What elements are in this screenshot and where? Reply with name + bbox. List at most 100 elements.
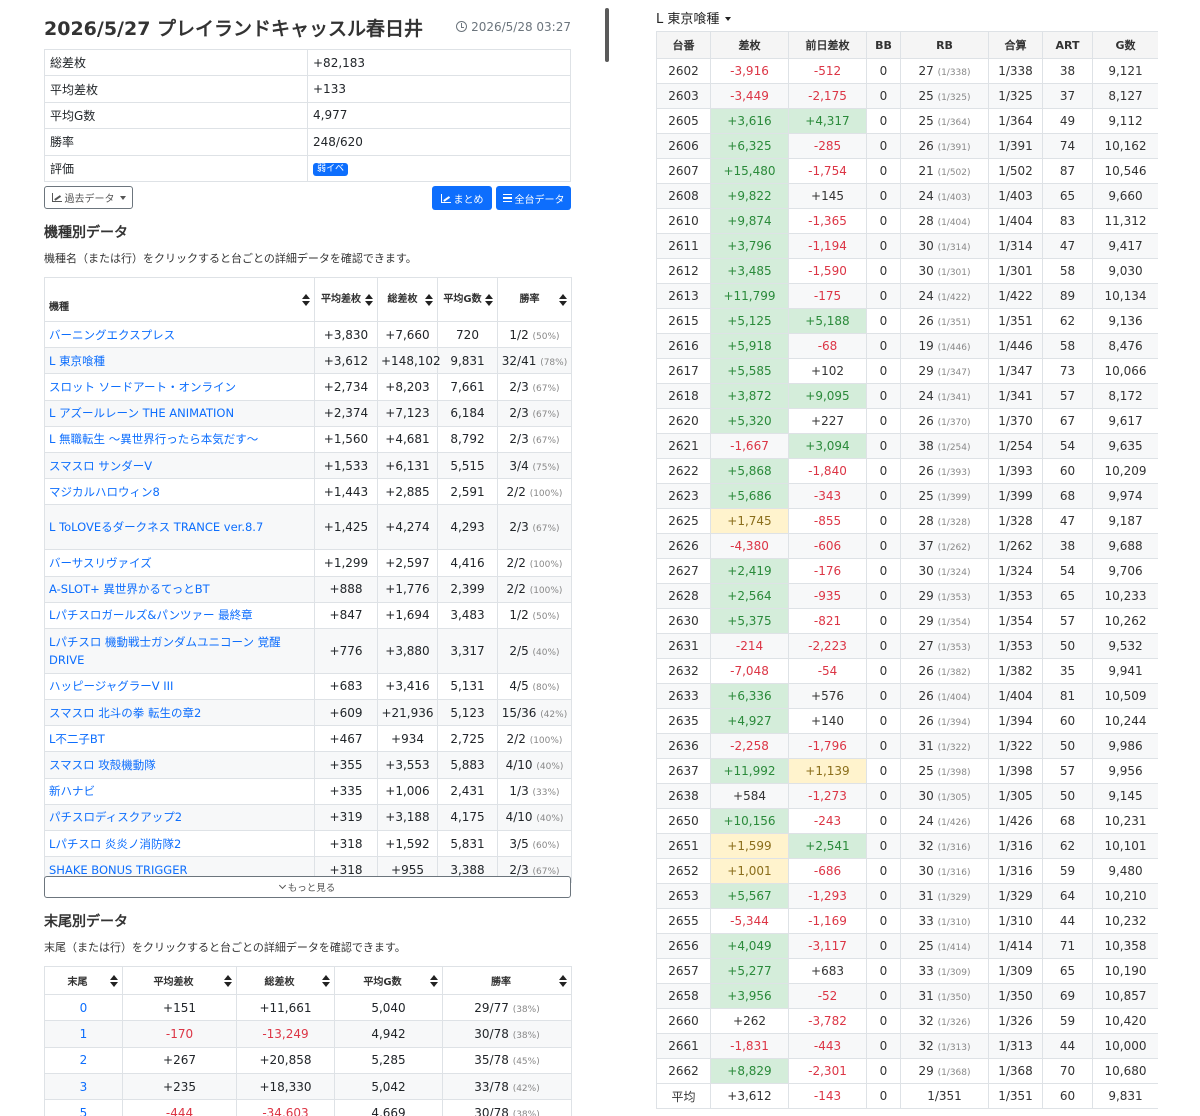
table-row[interactable]: 2653 +5,567 -1,293 0 31 (1/329) 1/329 64 10,210	[656, 883, 1158, 909]
scrollbar-thumb[interactable]	[605, 8, 609, 62]
table-row[interactable]: 1 -170 -13,249 4,942 30/78 (38%)	[44, 1020, 572, 1048]
table-row[interactable]: Lパチスロガールズ&パンツァー 最終章 +847 +1,694 3,483 1/2 (5…	[44, 601, 572, 629]
table-row[interactable]: 2637 +11,992 +1,139 0 25 (1/398) 1/398 57 9,956	[656, 758, 1158, 784]
model-name-link[interactable]: L 無職転生 ～異世界行ったら本気だす～	[44, 425, 315, 453]
table-row[interactable]: L アズールレーン THE ANIMATION +2,374 +7,123 6,184…	[44, 399, 572, 427]
table-row[interactable]: L 無職転生 ～異世界行ったら本気だす～ +1,560 +4,681 8,792 2/3…	[44, 425, 572, 453]
table-row[interactable]: 2623 +5,686 -343 0 25 (1/399) 1/399 68 9,974	[656, 483, 1158, 509]
table-row[interactable]: 2602 -3,916 -512 0 27 (1/338) 1/338 38 9,121	[656, 58, 1158, 84]
table-row[interactable]: 2662 +8,829 -2,301 0 29 (1/368) 1/368 70 10,680	[656, 1058, 1158, 1084]
header-avg-diff[interactable]: 平均差枚	[314, 277, 378, 322]
header-total-diff[interactable]: 総差枚	[377, 277, 438, 322]
tail-digit-link[interactable]: 5	[44, 1099, 123, 1116]
table-row[interactable]: 2636 -2,258 -1,796 0 31 (1/322) 1/322 50 9,986	[656, 733, 1158, 759]
table-row[interactable]: 2651 +1,599 +2,541 0 32 (1/316) 1/316 62 10,101	[656, 833, 1158, 859]
table-row[interactable]: 3 +235 +18,330 5,042 33/78 (42%)	[44, 1072, 572, 1101]
model-name-link[interactable]: バーニングエクスプレス	[44, 320, 315, 349]
model-name-link[interactable]: L不二子BT	[44, 725, 315, 753]
table-row[interactable]: 2626 -4,380 -606 0 37 (1/262) 1/262 38 9,688	[656, 533, 1158, 559]
model-name-link[interactable]: スマスロ 北斗の拳 転生の章2	[44, 699, 315, 727]
model-name-link[interactable]: Lパチスロガールズ&パンツァー 最終章	[44, 601, 315, 629]
model-name-link[interactable]: スマスロ 攻殻機動隊	[44, 751, 315, 779]
table-row[interactable]: 2631 -214 -2,223 0 27 (1/353) 1/353 50 9,532	[656, 633, 1158, 659]
table-row[interactable]: 2650 +10,156 -243 0 24 (1/426) 1/426 68 10,231	[656, 808, 1158, 834]
model-name-link[interactable]: 新ハナビ	[44, 777, 315, 805]
table-row[interactable]: 2655 -5,344 -1,169 0 33 (1/310) 1/310 44 10,232	[656, 908, 1158, 934]
table-row[interactable]: 2607 +15,480 -1,754 0 21 (1/502) 1/502 87 10,54…	[656, 158, 1158, 184]
header-avg-games[interactable]: 平均G数	[437, 277, 498, 322]
model-name-link[interactable]: スロット ソードアート・オンライン	[44, 373, 315, 401]
table-row[interactable]: バーニングエクスプレス +3,830 +7,660 720 1/2 (50%)	[44, 320, 572, 349]
table-row[interactable]: Lパチスロ 炎炎ノ消防隊2 +318 +1,592 5,831 3/5 (60%)	[44, 829, 572, 858]
table-row[interactable]: 0 +151 +11,661 5,040 29/77 (38%)	[44, 993, 572, 1022]
header-avg-diff[interactable]: 平均差枚	[122, 966, 237, 995]
model-name-link[interactable]: Lパチスロ 機動戦士ガンダムユニコーン 覚醒 DRIVE	[44, 627, 315, 674]
table-row[interactable]: 2635 +4,927 +140 0 26 (1/394) 1/394 60 10,244	[656, 708, 1158, 734]
model-name-link[interactable]: スマスロ サンダーV	[44, 451, 315, 480]
table-row[interactable]: 2606 +6,325 -285 0 26 (1/391) 1/391 74 10,162	[656, 133, 1158, 159]
table-row[interactable]: 2618 +3,872 +9,095 0 24 (1/341) 1/341 57 8,172	[656, 383, 1158, 409]
summary-button[interactable]: まとめ	[432, 186, 492, 210]
table-row[interactable]: 新ハナビ +335 +1,006 2,431 1/3 (33%)	[44, 777, 572, 805]
table-row[interactable]: スマスロ 北斗の拳 転生の章2 +609 +21,936 5,123 15/36 (42…	[44, 699, 572, 727]
model-name-link[interactable]: マジカルハロウィン8	[44, 478, 315, 506]
table-row[interactable]: 2617 +5,585 +102 0 29 (1/347) 1/347 73 10,066	[656, 358, 1158, 384]
table-row[interactable]: 2610 +9,874 -1,365 0 28 (1/404) 1/404 83 11,312	[656, 208, 1158, 234]
table-row[interactable]: 2622 +5,868 -1,840 0 26 (1/393) 1/393 60 10,209	[656, 458, 1158, 484]
table-row[interactable]: 2611 +3,796 -1,194 0 30 (1/314) 1/314 47 9,417	[656, 233, 1158, 259]
model-name-link[interactable]: パチスロディスクアップ2	[44, 803, 315, 832]
table-row[interactable]: 2620 +5,320 +227 0 26 (1/370) 1/370 67 9,617	[656, 408, 1158, 434]
header-win-rate[interactable]: 勝率	[442, 966, 572, 995]
table-row[interactable]: 2616 +5,918 -68 0 19 (1/446) 1/446 58 8,476	[656, 333, 1158, 359]
table-row[interactable]: 2652 +1,001 -686 0 30 (1/316) 1/316 59 9,480	[656, 858, 1158, 884]
header-win-rate[interactable]: 勝率	[497, 277, 572, 322]
table-row[interactable]: 2638 +584 -1,273 0 30 (1/305) 1/305 50 9,145	[656, 783, 1158, 809]
show-more-button[interactable]: もっと見る	[44, 876, 571, 898]
model-name-link[interactable]: L アズールレーン THE ANIMATION	[44, 399, 315, 427]
table-row[interactable]: 2625 +1,745 -855 0 28 (1/328) 1/328 47 9,187	[656, 508, 1158, 534]
table-row[interactable]: L 東京喰種 +3,612 +148,102 9,831 32/41 (78%)	[44, 347, 572, 375]
table-row[interactable]: 2612 +3,485 -1,590 0 30 (1/301) 1/301 58 9,030	[656, 258, 1158, 284]
table-row[interactable]: A-SLOT+ 異世界かるてっとBT +888 +1,776 2,399 2/2 (10…	[44, 575, 572, 603]
model-name-link[interactable]: L 東京喰種	[44, 347, 315, 375]
machine-selector[interactable]: L 東京喰種	[656, 8, 732, 27]
table-row[interactable]: 2657 +5,277 +683 0 33 (1/309) 1/309 65 10,190	[656, 958, 1158, 984]
table-row[interactable]: スロット ソードアート・オンライン +2,734 +8,203 7,661 2/3 (6…	[44, 373, 572, 401]
tail-digit-link[interactable]: 3	[44, 1072, 123, 1101]
table-row[interactable]: 2605 +3,616 +4,317 0 25 (1/364) 1/364 49 9,112	[656, 108, 1158, 134]
table-row[interactable]: 2656 +4,049 -3,117 0 25 (1/414) 1/414 71 10,358	[656, 933, 1158, 959]
tail-digit-link[interactable]: 2	[44, 1046, 123, 1074]
table-row[interactable]: バーサスリヴァイズ +1,299 +2,597 4,416 2/2 (100%)	[44, 549, 572, 577]
table-row[interactable]: 2608 +9,822 +145 0 24 (1/403) 1/403 65 9,660	[656, 183, 1158, 209]
table-row[interactable]: 2628 +2,564 -935 0 29 (1/353) 1/353 65 10,233	[656, 583, 1158, 609]
table-row[interactable]: 2613 +11,799 -175 0 24 (1/422) 1/422 89 10,134	[656, 283, 1158, 309]
header-tail[interactable]: 末尾	[44, 966, 123, 995]
model-name-link[interactable]: バーサスリヴァイズ	[44, 549, 315, 577]
table-row[interactable]: L ToLOVEるダークネス TRANCE ver.8.7 +1,425 +4,27…	[44, 504, 572, 551]
table-row[interactable]: 2661 -1,831 -443 0 32 (1/313) 1/313 44 10,000	[656, 1033, 1158, 1059]
past-data-button[interactable]: 過去データ	[44, 186, 133, 209]
table-row[interactable]: 2603 -3,449 -2,175 0 25 (1/325) 1/325 37 8,127	[656, 83, 1158, 109]
table-row[interactable]: 2621 -1,667 +3,094 0 38 (1/254) 1/254 54 9,635	[656, 433, 1158, 459]
table-row[interactable]: 5 -444 -34,603 4,669 30/78 (38%)	[44, 1099, 572, 1116]
table-row[interactable]: ハッピージャグラーV III +683 +3,416 5,131 4/5 (80%)	[44, 672, 572, 701]
header-model[interactable]: 機種	[44, 277, 315, 322]
header-avg-games[interactable]: 平均G数	[334, 966, 443, 995]
table-row[interactable]: 2660 +262 -3,782 0 32 (1/326) 1/326 59 10,420	[656, 1008, 1158, 1034]
table-row[interactable]: 2 +267 +20,858 5,285 35/78 (45%)	[44, 1046, 572, 1074]
table-row[interactable]: スマスロ 攻殻機動隊 +355 +3,553 5,883 4/10 (40%)	[44, 751, 572, 779]
table-row[interactable]: 2658 +3,956 -52 0 31 (1/350) 1/350 69 10,857	[656, 983, 1158, 1009]
header-total-diff[interactable]: 総差枚	[236, 966, 335, 995]
tail-digit-link[interactable]: 1	[44, 1020, 123, 1048]
table-row[interactable]: L不二子BT +467 +934 2,725 2/2 (100%)	[44, 725, 572, 753]
table-row[interactable]: 2615 +5,125 +5,188 0 26 (1/351) 1/351 62 9,136	[656, 308, 1158, 334]
table-row[interactable]: 2627 +2,419 -176 0 30 (1/324) 1/324 54 9,706	[656, 558, 1158, 584]
model-name-link[interactable]: L ToLOVEるダークネス TRANCE ver.8.7	[44, 504, 315, 551]
table-row[interactable]: 2633 +6,336 +576 0 26 (1/404) 1/404 81 10,509	[656, 683, 1158, 709]
table-row[interactable]: スマスロ サンダーV +1,533 +6,131 5,515 3/4 (75%)	[44, 451, 572, 480]
model-name-link[interactable]: A-SLOT+ 異世界かるてっとBT	[44, 575, 315, 603]
table-row[interactable]: Lパチスロ 機動戦士ガンダムユニコーン 覚醒 DRIVE +776 +3,880 3,…	[44, 627, 572, 674]
table-row[interactable]: マジカルハロウィン8 +1,443 +2,885 2,591 2/2 (100%)	[44, 478, 572, 506]
model-name-link[interactable]: ハッピージャグラーV III	[44, 672, 315, 701]
table-row[interactable]: 2630 +5,375 -821 0 29 (1/354) 1/354 57 10,262	[656, 608, 1158, 634]
